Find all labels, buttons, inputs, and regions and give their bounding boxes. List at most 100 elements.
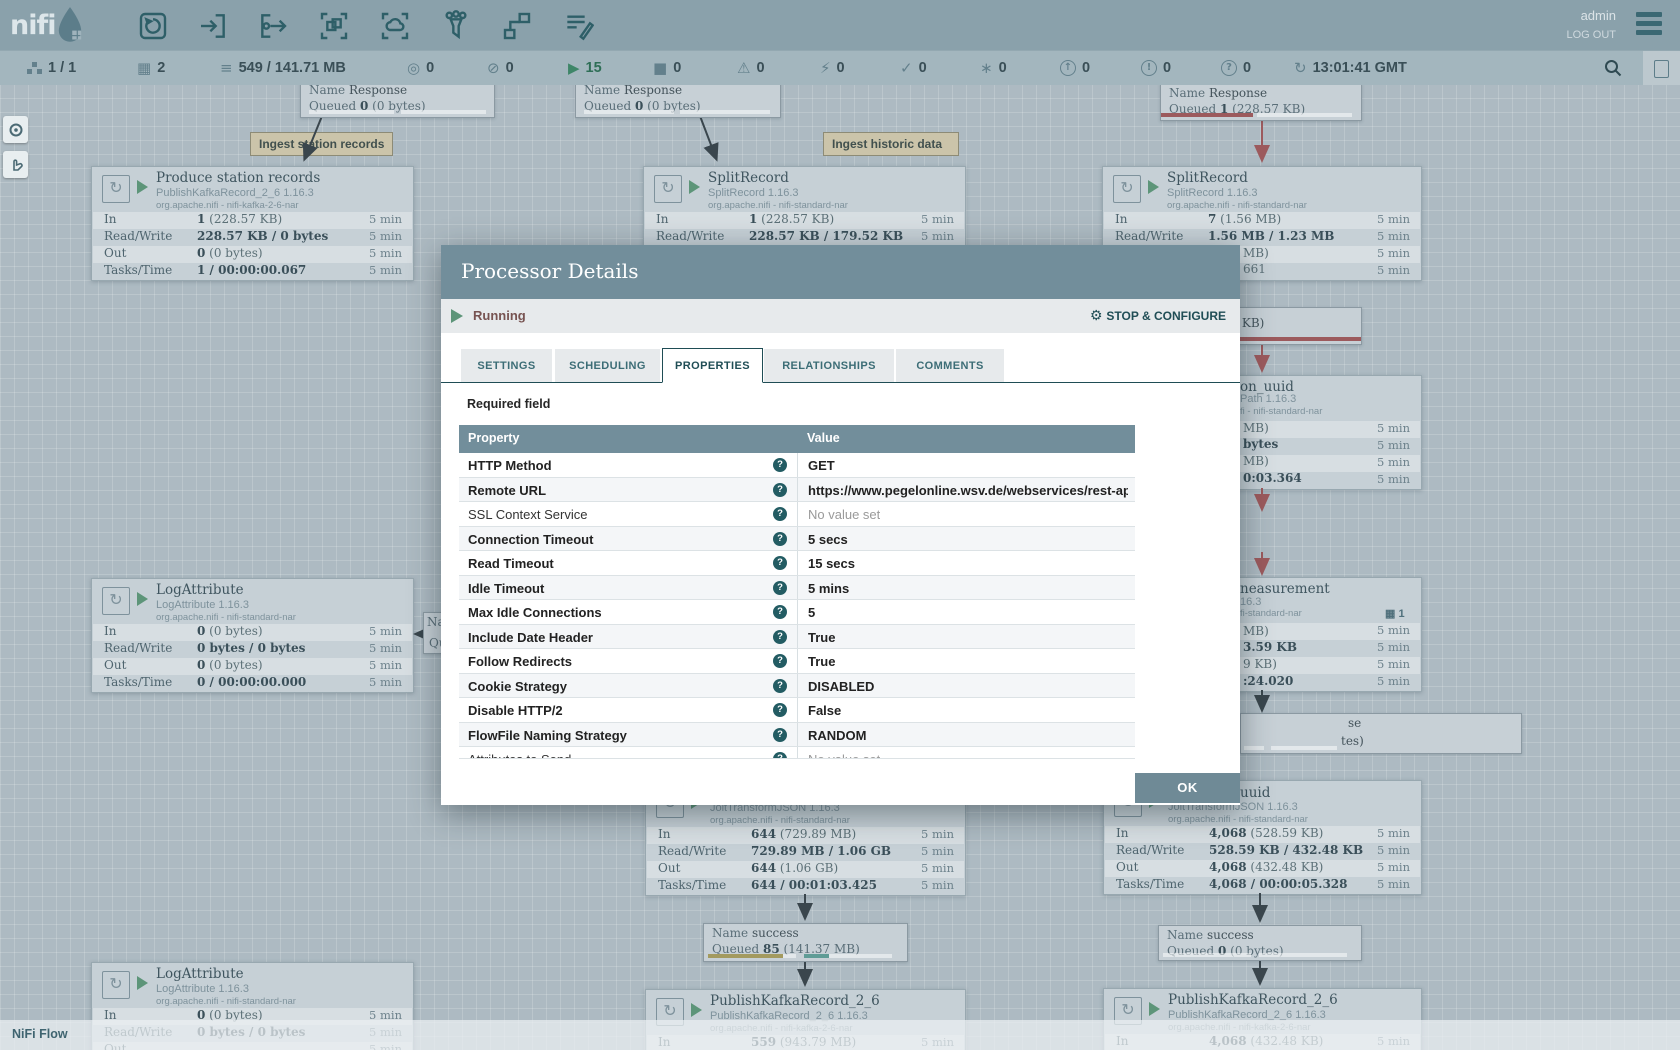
stale-icon: ↑	[1060, 60, 1076, 76]
property-row-disable-http-2: Disable HTTP/2?False	[459, 698, 1135, 723]
remote-process-group-tool-icon[interactable]	[379, 10, 411, 42]
property-row-read-timeout: Read Timeout?15 secs	[459, 551, 1135, 576]
property-column-header: Property	[468, 431, 519, 445]
tab-settings[interactable]: SETTINGS	[460, 348, 553, 382]
tab-comments[interactable]: COMMENTS	[895, 348, 1005, 382]
connection-label-resp_right[interactable]: Name ResponseQueued 1 (228.57 KB)	[1160, 83, 1362, 121]
status-item-cluster: 1 / 1	[27, 51, 76, 85]
help-icon[interactable]: ?	[773, 532, 787, 546]
input-port-tool-icon[interactable]	[197, 10, 229, 42]
connection-label-resp_left[interactable]: Name ResponseQueued 0 (0 bytes)	[300, 80, 495, 118]
help-icon[interactable]: ?	[773, 654, 787, 668]
status-count: 0	[837, 60, 845, 76]
canvas-label-ann_historic[interactable]: Ingest historic data	[823, 132, 959, 156]
canvas-overlay-button-2[interactable]	[3, 151, 28, 178]
help-icon[interactable]: ?	[773, 556, 787, 570]
property-name: Cookie Strategy	[468, 679, 567, 694]
canvas-label-ann_station[interactable]: Ingest station records	[250, 132, 393, 156]
property-value: True	[808, 630, 835, 645]
help-icon[interactable]: ?	[773, 507, 787, 521]
help-icon[interactable]: ?	[773, 458, 787, 472]
processor-tool-icon[interactable]	[137, 10, 169, 42]
help-icon[interactable]: ?	[773, 703, 787, 717]
global-menu-icon[interactable]	[1636, 12, 1662, 39]
process-group-tool-icon[interactable]	[318, 10, 350, 42]
tab-scheduling[interactable]: SCHEDULING	[554, 348, 661, 382]
search-icon[interactable]	[1604, 59, 1622, 77]
running-icon: ▶	[568, 59, 580, 77]
property-value: No value set	[808, 507, 880, 522]
fragment-split_right-0: MB)	[1243, 246, 1269, 260]
template-tool-icon[interactable]	[501, 10, 533, 42]
label-tool-icon[interactable]	[562, 10, 594, 42]
property-name: Max Idle Connections	[468, 605, 602, 620]
top-toolbar: nifi admin LOG OUT	[0, 0, 1680, 50]
help-icon[interactable]: ?	[773, 679, 787, 693]
funnel-tool-icon[interactable]	[440, 10, 472, 42]
panel-icon	[1654, 60, 1669, 78]
stat-row-tasks-time: Tasks/Time644 / 00:01:03.4255 min	[647, 878, 964, 895]
operate-panel-toggle[interactable]	[1643, 51, 1680, 85]
help-icon[interactable]: ?	[773, 752, 787, 759]
stat-row-in: In644 (729.89 MB)5 min	[647, 827, 964, 844]
tab-properties[interactable]: PROPERTIES	[662, 348, 763, 383]
breadcrumb[interactable]: NiFi Flow	[12, 1027, 68, 1041]
help-icon[interactable]: ?	[773, 581, 787, 595]
processor-type-icon: ↻	[1113, 175, 1141, 203]
property-row-connection-timeout: Connection Timeout?5 secs	[459, 527, 1135, 552]
refresh-status[interactable]: ↻ 13:01:41 GMT	[1294, 51, 1407, 85]
property-value: True	[808, 654, 835, 669]
canvas-overlay-button-1[interactable]	[3, 116, 28, 143]
processor-status-bar: Running ⚙STOP & CONFIGURE	[441, 299, 1240, 333]
property-value: GET	[808, 458, 835, 473]
table-header: Property Value	[459, 425, 1135, 453]
status-item-sync-failure: !0	[1141, 51, 1171, 85]
connection-label-se_right[interactable]	[1240, 713, 1522, 754]
locally-modified-icon: ∗	[980, 59, 993, 77]
processor-log_mid[interactable]: ↻LogAttributeLogAttribute 1.16.3org.apac…	[91, 578, 414, 693]
stat-row-in: In7 (1.56 MB)5 min	[1104, 212, 1420, 229]
tab-relationships[interactable]: RELATIONSHIPS	[763, 348, 895, 382]
backpressure-bar	[1163, 953, 1251, 957]
processor-bundle: org.apache.nifi - nifi-standard-nar	[708, 200, 848, 211]
help-icon[interactable]: ?	[773, 630, 787, 644]
status-item-transmitting: ◎0	[407, 51, 434, 85]
processor-type-icon: ↻	[654, 175, 682, 203]
connection-label-success_right[interactable]: Name successQueued 0 (0 bytes)	[1158, 925, 1362, 961]
fragment-eval_right-2: fi - nifi-standard-nar	[1240, 406, 1322, 417]
stat-row-out: Out644 (1.06 GB)5 min	[647, 861, 964, 878]
help-icon[interactable]: ?	[773, 728, 787, 742]
refresh-icon[interactable]: ↻	[1294, 59, 1307, 77]
transmitting-icon: ◎	[407, 59, 420, 77]
fragment-se_right-1: tes)	[1341, 734, 1364, 748]
stat-row-tasks-time: Tasks/Time0 / 00:00:00.0005 min	[93, 675, 412, 692]
property-name: Disable HTTP/2	[468, 703, 563, 718]
status-item-stopped: ■0	[653, 51, 681, 85]
connection-label-success_mid[interactable]: Name successQueued 85 (141.37 MB)	[703, 923, 908, 962]
backpressure-bar	[804, 954, 892, 958]
processor-produce[interactable]: ↻Produce station recordsPublishKafkaReco…	[91, 166, 414, 281]
gear-icon: ⚙	[1090, 308, 1103, 324]
logout-link[interactable]: LOG OUT	[1566, 29, 1616, 41]
properties-table: Property Value HTTP Method?GETRemote URL…	[459, 425, 1135, 759]
help-icon[interactable]: ?	[773, 605, 787, 619]
running-icon	[691, 1003, 702, 1017]
fragment-eval_right-4: bytes	[1243, 437, 1278, 451]
property-row-ssl-context-service: SSL Context Service?No value set	[459, 502, 1135, 527]
output-port-tool-icon[interactable]	[257, 10, 289, 42]
stat-row-out: Out4,068 (432.48 KB)5 min	[1105, 860, 1420, 877]
running-icon	[137, 592, 148, 606]
unversioned-icon: ?	[1221, 60, 1237, 76]
ok-button[interactable]: OK	[1135, 773, 1240, 803]
processor-name: SplitRecord	[1167, 170, 1248, 186]
fragment-measure_right-0: neasurement	[1240, 581, 1330, 597]
status-count: 0	[919, 60, 927, 76]
property-row-cookie-strategy: Cookie Strategy?DISABLED	[459, 674, 1135, 699]
status-bar: 1 / 1▦2≡549 / 141.71 MB◎0⊘0▶15■0⚠0⚡0✓0∗0…	[0, 50, 1680, 85]
processor-name: PublishKafkaRecord_2_6	[1168, 992, 1338, 1008]
help-icon[interactable]: ?	[773, 483, 787, 497]
processor-type: SplitRecord 1.16.3	[708, 187, 799, 199]
backpressure-bar	[1271, 746, 1337, 750]
stop-and-configure-button[interactable]: ⚙STOP & CONFIGURE	[1090, 308, 1226, 324]
connection-label-resp_mid[interactable]: Name ResponseQueued 0 (0 bytes)	[575, 80, 781, 118]
